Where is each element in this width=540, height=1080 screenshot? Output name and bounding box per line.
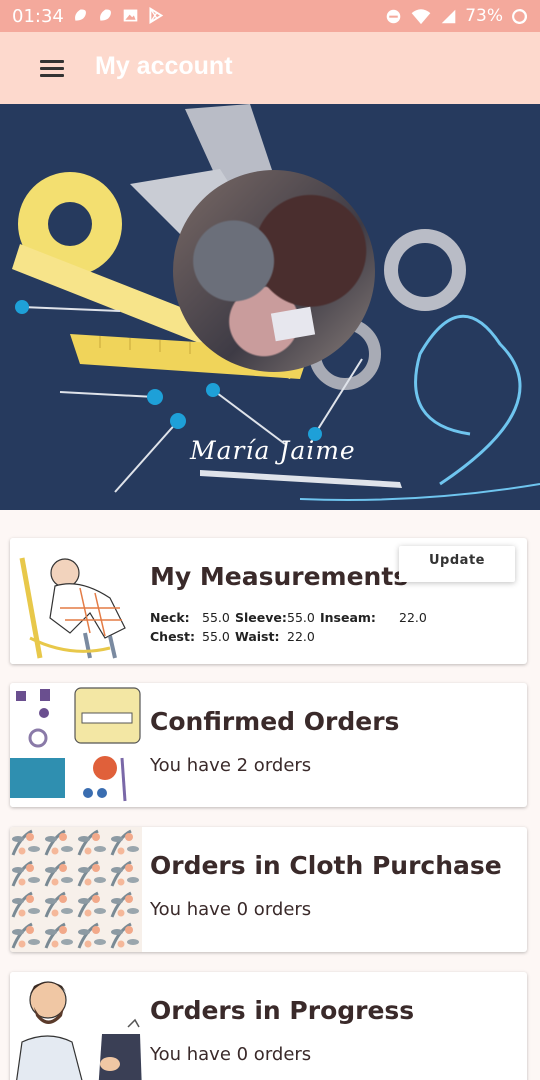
- cloth-purchase-orders-count: You have 0 orders: [150, 899, 312, 920]
- measurements-title: My Measurements: [150, 562, 409, 591]
- image-icon: [123, 9, 138, 22]
- progress-orders-title: Orders in Progress: [150, 996, 415, 1025]
- user-name: María Jaime: [190, 436, 356, 465]
- battery-icon: [512, 8, 527, 24]
- wifi-icon: [411, 8, 431, 24]
- inseam-value: 22.0: [399, 610, 427, 625]
- status-notification-icons: [72, 7, 164, 24]
- confirmed-orders-count: You have 2 orders: [150, 755, 312, 776]
- play-store-icon: [149, 7, 164, 24]
- cloth-purchase-orders-title: Orders in Cloth Purchase: [150, 851, 502, 880]
- signal-icon: [441, 9, 456, 23]
- chest-label: Chest:: [150, 629, 195, 644]
- cloth-purchase-orders-card[interactable]: Orders in Cloth Purchase You have 0 orde…: [10, 827, 527, 952]
- sewing-tools-illustration: [10, 683, 142, 807]
- status-time: 01:34: [12, 6, 64, 27]
- notification-icon: [75, 9, 86, 21]
- floral-fabric-pattern: [10, 827, 142, 952]
- sleeve-label: Sleeve:: [235, 610, 287, 625]
- notification-icon: [100, 9, 111, 21]
- waist-label: Waist:: [235, 629, 280, 644]
- dnd-icon: [386, 9, 401, 23]
- inseam-label: Inseam:: [320, 610, 376, 625]
- sleeve-value: 55.0: [287, 610, 315, 625]
- confirmed-orders-title: Confirmed Orders: [150, 707, 400, 736]
- confirmed-orders-card[interactable]: Confirmed Orders You have 2 orders: [10, 683, 527, 807]
- measurements-card[interactable]: My Measurements Update Neck: 55.0 Sleeve…: [10, 538, 527, 664]
- menu-icon: [40, 60, 64, 63]
- profile-banner: María Jaime: [0, 104, 540, 510]
- app-bar: My account: [0, 32, 540, 104]
- page-title: My account: [95, 52, 233, 80]
- avatar[interactable]: [173, 170, 375, 372]
- menu-button[interactable]: [26, 50, 66, 86]
- progress-orders-card[interactable]: Orders in Progress You have 0 orders: [10, 972, 527, 1080]
- neck-value: 55.0: [202, 610, 230, 625]
- chest-value: 55.0: [202, 629, 230, 644]
- neck-label: Neck:: [150, 610, 190, 625]
- battery-percent: 73%: [465, 6, 503, 26]
- update-button[interactable]: Update: [399, 546, 515, 582]
- tailor-portrait-illustration: [10, 972, 142, 1080]
- tailor-illustration: [10, 538, 142, 664]
- progress-orders-count: You have 0 orders: [150, 1044, 312, 1065]
- status-bar: 01:34 73%: [0, 0, 540, 32]
- status-system-icons: 73%: [385, 6, 528, 26]
- update-button-label: Update: [429, 553, 485, 568]
- waist-value: 22.0: [287, 629, 315, 644]
